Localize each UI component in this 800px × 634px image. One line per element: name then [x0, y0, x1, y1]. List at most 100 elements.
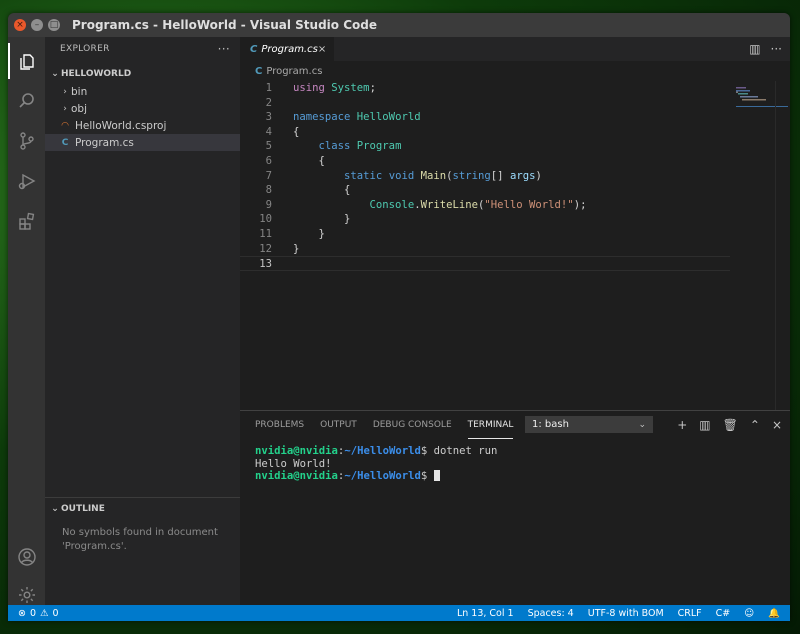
code-token: System [331, 82, 370, 94]
window-maximize-button[interactable]: □ [48, 19, 60, 31]
search-icon[interactable] [8, 83, 45, 119]
title-bar: × – □ Program.cs - HelloWorld - Visual S… [8, 13, 790, 37]
editor-area: C Program.cs × ▥ ··· C Program.cs 1 using… [240, 37, 790, 410]
editor-tabs: C Program.cs × ▥ ··· [240, 37, 790, 61]
new-terminal-icon[interactable]: + [677, 418, 687, 432]
outline-message-line: No symbols found in document [62, 527, 218, 538]
line-number: 4 [265, 125, 272, 138]
csharp-file-icon: C [61, 137, 69, 148]
code-line: 10 } [240, 212, 730, 227]
indentation[interactable]: Spaces: 4 [528, 608, 574, 619]
code-line: 12} [240, 242, 730, 257]
outline-message-line: 'Program.cs'. [62, 541, 127, 552]
code-line: 7 static void Main(string[] args) [240, 169, 730, 184]
terminal-command: dotnet run [427, 445, 498, 457]
tab-debug-console[interactable]: DEBUG CONSOLE [373, 411, 452, 439]
chevron-down-icon: ⌄ [638, 419, 646, 430]
code-token: { [318, 154, 325, 167]
extensions-icon[interactable] [8, 203, 45, 239]
tab-output[interactable]: OUTPUT [320, 411, 357, 439]
rss-file-icon: ◠ [61, 120, 69, 131]
chevron-right-icon: › [63, 103, 67, 114]
language-mode[interactable]: C# [716, 608, 731, 619]
close-tab-icon[interactable]: × [318, 44, 326, 55]
code-token: { [293, 125, 300, 138]
tree-item-label: bin [71, 85, 88, 98]
account-icon[interactable] [8, 539, 45, 575]
code-line: 11 } [240, 227, 730, 242]
problems-indicator[interactable]: ⊗ 0 ⚠ 0 [8, 608, 59, 619]
tree-item-label: Program.cs [75, 136, 134, 149]
tree-item-bin[interactable]: › bin [45, 83, 240, 100]
more-actions-icon[interactable]: ··· [771, 42, 782, 56]
tab-label: Program.cs [261, 43, 318, 55]
code-line: 3 namespace HelloWorld [240, 110, 730, 125]
cursor-position[interactable]: Ln 13, Col 1 [457, 608, 514, 619]
terminal-line: nvidia@nvidia:~/HelloWorld$ dotnet run [255, 445, 790, 458]
panel-actions: + ▥ 🗑 ⌃ × [677, 411, 782, 439]
code-line: 6 { [240, 154, 730, 169]
code-token: namespace [293, 111, 351, 124]
bottom-panel: PROBLEMS OUTPUT DEBUG CONSOLE TERMINAL 1… [240, 410, 790, 606]
window-close-button[interactable]: × [14, 19, 26, 31]
close-panel-icon[interactable]: × [772, 418, 782, 432]
end-of-line[interactable]: CRLF [678, 608, 702, 619]
code-line: 9 Console. WriteLine("Hello World!"); [240, 198, 730, 213]
terminal-select[interactable]: 1: bash ⌄ [525, 416, 653, 433]
code-token: } [293, 242, 300, 255]
code-editor[interactable]: 1 using System; 2 3 namespace HelloWorld 4… [240, 81, 730, 271]
outline-message: No symbols found in document 'Program.cs… [45, 518, 240, 554]
code-line: 1 using System; [240, 81, 730, 96]
tree-item-obj[interactable]: › obj [45, 100, 240, 117]
tab-problems[interactable]: PROBLEMS [255, 411, 304, 439]
chevron-down-icon: ⌄ [51, 504, 59, 514]
bell-icon[interactable]: 🔔 [768, 608, 780, 619]
debug-icon[interactable] [8, 163, 45, 199]
code-token: { [344, 184, 351, 197]
code-token: void [388, 169, 415, 182]
line-number: 10 [259, 213, 272, 226]
tab-program-cs[interactable]: C Program.cs × [240, 37, 334, 61]
code-token: } [318, 227, 325, 240]
encoding[interactable]: UTF-8 with BOM [588, 608, 664, 619]
tree-item-label: HelloWorld.csproj [75, 119, 167, 132]
vscode-window: × – □ Program.cs - HelloWorld - Visual S… [8, 13, 790, 621]
tree-item-csproj[interactable]: ◠ HelloWorld.csproj [45, 117, 240, 134]
outline-title: OUTLINE [61, 504, 105, 514]
code-token: WriteLine [420, 198, 478, 211]
folder-section-header[interactable]: ⌄ HELLOWORLD [45, 65, 240, 83]
prompt-user: nvidia@nvidia [255, 470, 338, 482]
terminal-output[interactable]: nvidia@nvidia:~/HelloWorld$ dotnet run He… [240, 439, 790, 483]
activity-bar [8, 37, 45, 605]
split-editor-icon[interactable]: ▥ [749, 42, 760, 56]
terminal-cursor [433, 470, 440, 481]
breadcrumb-file[interactable]: Program.cs [266, 66, 322, 77]
chevron-up-icon[interactable]: ⌃ [750, 418, 760, 432]
editor-actions: ▥ ··· [749, 37, 782, 61]
warning-icon: ⚠ [40, 607, 49, 619]
code-token: Program [356, 140, 402, 153]
window-minimize-button[interactable]: – [31, 19, 43, 31]
more-actions-icon[interactable]: ··· [218, 42, 230, 56]
trash-icon[interactable]: 🗑 [723, 418, 738, 432]
code-line: 5 class Program [240, 139, 730, 154]
source-control-icon[interactable] [8, 123, 45, 159]
code-line: 2 [240, 96, 730, 111]
breadcrumb: C Program.cs [240, 61, 790, 81]
folder-name: HELLOWORLD [61, 69, 132, 79]
split-terminal-icon[interactable]: ▥ [699, 418, 710, 432]
editor-scrollbar[interactable] [775, 81, 790, 410]
explorer-title: EXPLORER [60, 44, 110, 54]
code-token: ; [369, 82, 376, 94]
prompt-path: ~/HelloWorld [344, 470, 421, 482]
code-line: 4{ [240, 125, 730, 140]
explorer-icon[interactable] [8, 43, 45, 79]
tree-item-program-cs[interactable]: C Program.cs [45, 134, 240, 151]
prompt-path: ~/HelloWorld [344, 445, 421, 457]
tab-terminal[interactable]: TERMINAL [467, 411, 514, 439]
outline-header[interactable]: ⌄ OUTLINE [45, 500, 240, 518]
code-token: Main [420, 169, 447, 182]
line-number: 11 [259, 227, 272, 240]
code-token: string [452, 169, 491, 182]
feedback-icon[interactable]: ☺ [744, 608, 754, 619]
